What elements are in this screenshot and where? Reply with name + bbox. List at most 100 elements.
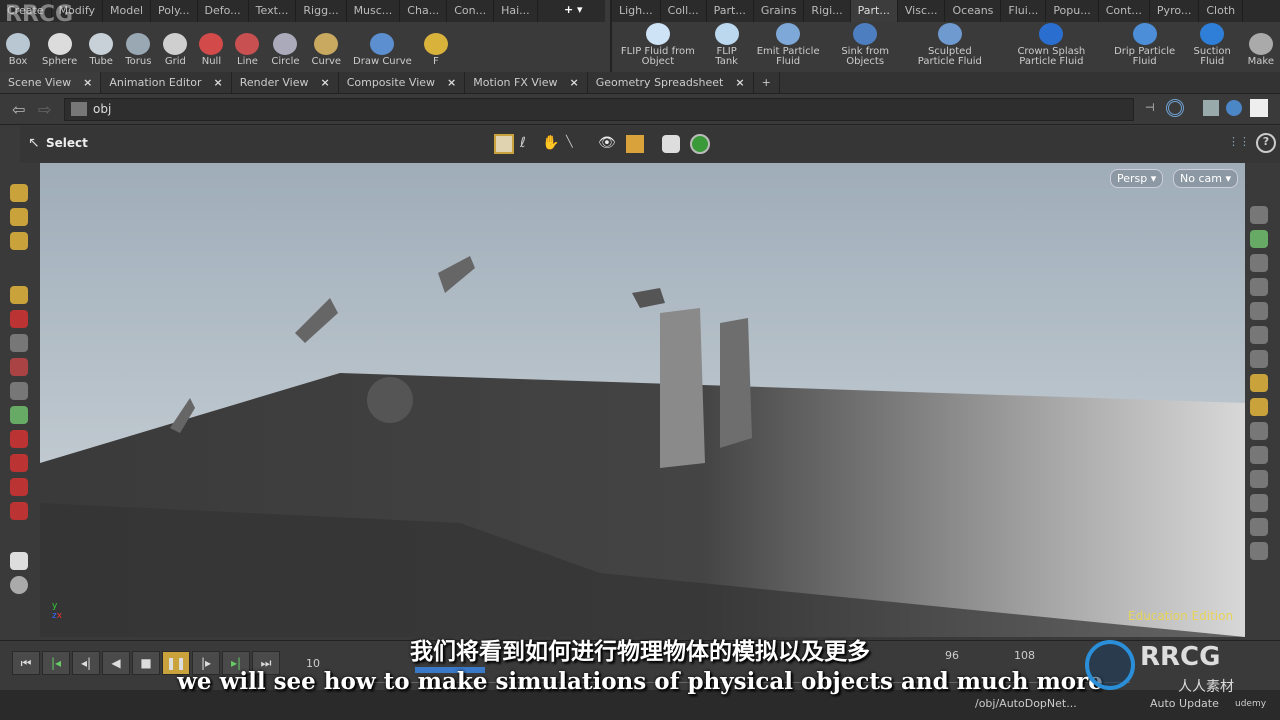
shelf-tool-tube[interactable]: Tube bbox=[83, 33, 119, 67]
snap-icon[interactable] bbox=[10, 552, 28, 570]
shelf-tool-flip-fluid-from-object[interactable]: FLIP Fluid from Object bbox=[612, 23, 704, 67]
shelf-tool-crown-splash-particle-fluid[interactable]: Crown Splash Particle Fluid bbox=[996, 23, 1106, 67]
shelf-tool-suction-fluid[interactable]: Suction Fluid bbox=[1183, 23, 1242, 67]
select-tool-icon[interactable] bbox=[10, 286, 28, 304]
number-icon[interactable] bbox=[1250, 518, 1268, 536]
auto-update-menu[interactable]: Auto Update bbox=[1150, 697, 1219, 710]
shelf-tab[interactable]: Cloth bbox=[1199, 0, 1244, 22]
close-icon[interactable]: × bbox=[320, 76, 329, 93]
shelf-tab[interactable]: Pyro... bbox=[1150, 0, 1200, 22]
close-icon[interactable]: × bbox=[570, 76, 579, 93]
brush-select-icon[interactable]: ✋ bbox=[542, 135, 559, 151]
display-icon[interactable] bbox=[1203, 100, 1219, 116]
add-tab-button[interactable]: + bbox=[754, 72, 780, 93]
shelf-tool-torus[interactable]: Torus bbox=[119, 33, 157, 67]
shelf-tool-curve[interactable]: Curve bbox=[306, 33, 348, 67]
shading-icon[interactable] bbox=[1226, 100, 1242, 116]
scale-tool-icon[interactable] bbox=[10, 232, 28, 250]
template-icon[interactable] bbox=[1250, 374, 1268, 392]
shelf-tab[interactable]: Hai... bbox=[494, 0, 538, 22]
add-shelf-button[interactable]: + ▾ bbox=[564, 3, 583, 16]
shelf-tool-draw-curve[interactable]: Draw Curve bbox=[347, 33, 418, 67]
shelf-tool-flip-tank[interactable]: FLIP Tank bbox=[704, 23, 750, 67]
pose-tool-icon[interactable] bbox=[10, 310, 28, 328]
shelf-tab[interactable]: Model bbox=[103, 0, 152, 22]
shelf-tab[interactable]: Flui... bbox=[1001, 0, 1047, 22]
close-icon[interactable]: × bbox=[735, 76, 744, 93]
shelf-tool-sphere[interactable]: Sphere bbox=[36, 33, 83, 67]
shelf-tab[interactable]: Grains bbox=[754, 0, 805, 22]
shelf-tool-grid[interactable]: Grid bbox=[157, 33, 193, 67]
select-groups-icon[interactable] bbox=[626, 135, 644, 153]
shelf-tool-line[interactable]: Line bbox=[229, 33, 265, 67]
lock-icon[interactable] bbox=[1250, 254, 1268, 272]
close-icon[interactable]: × bbox=[447, 76, 456, 93]
shelf-tab[interactable]: Rigi... bbox=[804, 0, 851, 22]
view-tool-icon[interactable] bbox=[10, 334, 28, 352]
box-select-icon[interactable] bbox=[494, 134, 514, 154]
forward-arrow-icon[interactable]: ⇨ bbox=[38, 100, 51, 119]
light-icon[interactable] bbox=[1250, 326, 1268, 344]
shelf-tab[interactable]: Ligh... bbox=[612, 0, 661, 22]
pen-icon[interactable] bbox=[1250, 494, 1268, 512]
normal-icon[interactable] bbox=[1250, 470, 1268, 488]
shelf-tool-make[interactable]: Make bbox=[1242, 33, 1280, 67]
ghost-icon[interactable] bbox=[1250, 302, 1268, 320]
help-icon[interactable]: ? bbox=[1256, 133, 1276, 153]
magnet-icon[interactable] bbox=[10, 502, 28, 520]
shelf-tab[interactable]: Popu... bbox=[1046, 0, 1099, 22]
shelf-tool-emit-particle-fluid[interactable]: Emit Particle Fluid bbox=[749, 23, 827, 67]
magnet-icon[interactable] bbox=[10, 454, 28, 472]
paint-tool-icon[interactable] bbox=[10, 406, 28, 424]
footprint-icon[interactable] bbox=[1250, 398, 1268, 416]
visibility-icon[interactable] bbox=[1250, 422, 1268, 440]
light-icon[interactable] bbox=[1250, 350, 1268, 368]
pane-tab[interactable]: Geometry Spreadsheet × bbox=[588, 72, 754, 93]
shelf-tool-drip-particle-fluid[interactable]: Drip Particle Fluid bbox=[1107, 23, 1183, 67]
magnet-icon[interactable] bbox=[10, 430, 28, 448]
pane-tab[interactable]: Motion FX View × bbox=[465, 72, 588, 93]
xray-icon[interactable] bbox=[1250, 278, 1268, 296]
shelf-tool-sink-from-objects[interactable]: Sink from Objects bbox=[827, 23, 904, 67]
link-icon[interactable] bbox=[1166, 99, 1184, 117]
wire-icon[interactable] bbox=[690, 134, 710, 154]
shelf-tab[interactable]: Rigg... bbox=[296, 0, 347, 22]
pane-tab[interactable]: Animation Editor × bbox=[101, 72, 232, 93]
pick-visible-icon[interactable]: 👁 bbox=[598, 135, 616, 151]
magnet-icon[interactable] bbox=[10, 478, 28, 496]
home-icon[interactable] bbox=[1250, 206, 1268, 224]
shelf-tab[interactable]: Part... bbox=[850, 0, 898, 22]
shelf-tab[interactable]: Part... bbox=[707, 0, 754, 22]
geometry-icon[interactable] bbox=[1250, 230, 1268, 248]
move-tool-icon[interactable] bbox=[10, 208, 28, 226]
camera-menu[interactable]: No cam ▾ bbox=[1173, 169, 1238, 188]
shelf-tab[interactable]: Con... bbox=[447, 0, 495, 22]
pane-tab[interactable]: Render View × bbox=[232, 72, 339, 93]
close-icon[interactable]: × bbox=[83, 76, 92, 93]
point-icon[interactable] bbox=[1250, 446, 1268, 464]
camera-icon[interactable] bbox=[10, 576, 28, 594]
shelf-tool-sculpted-particle-fluid[interactable]: Sculpted Particle Fluid bbox=[903, 23, 996, 67]
pane-tab[interactable]: Scene View × bbox=[0, 72, 102, 93]
pane-tab[interactable]: Composite View × bbox=[339, 72, 466, 93]
shelf-tab[interactable]: Coll... bbox=[661, 0, 707, 22]
shelf-tab[interactable]: Musc... bbox=[347, 0, 401, 22]
shelf-tab[interactable]: Oceans bbox=[945, 0, 1002, 22]
close-icon[interactable]: × bbox=[214, 76, 223, 93]
shade-icon[interactable] bbox=[1250, 542, 1268, 560]
pin-icon[interactable]: ⊣ bbox=[1145, 101, 1155, 114]
display-options-icon[interactable]: ⋮⋮ bbox=[1228, 135, 1250, 148]
shelf-tool-f[interactable]: F bbox=[418, 33, 454, 67]
laser-icon[interactable]: ╲ bbox=[566, 135, 573, 148]
shelf-tab[interactable]: Cha... bbox=[400, 0, 448, 22]
rig-tool-icon[interactable] bbox=[10, 358, 28, 376]
path-field[interactable]: obj bbox=[64, 98, 1134, 121]
shelf-tool-box[interactable]: Box bbox=[0, 33, 36, 67]
perspective-menu[interactable]: Persp ▾ bbox=[1110, 169, 1164, 188]
scene-viewport[interactable]: Persp ▾ No cam ▾ Education Edition y zx bbox=[40, 163, 1245, 637]
secure-selection-icon[interactable] bbox=[662, 135, 680, 153]
bone-tool-icon[interactable] bbox=[10, 382, 28, 400]
back-arrow-icon[interactable]: ⇦ bbox=[12, 100, 25, 119]
shelf-tool-circle[interactable]: Circle bbox=[265, 33, 305, 67]
status-path[interactable]: /obj/AutoDopNet... bbox=[975, 697, 1077, 710]
